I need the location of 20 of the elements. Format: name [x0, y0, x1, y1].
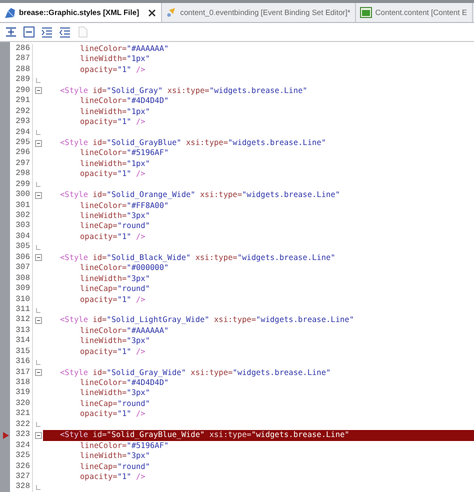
toolbar-button[interactable]	[4, 25, 18, 39]
fold-icon[interactable]	[34, 254, 42, 262]
fold-icon[interactable]	[34, 87, 42, 94]
fold-icon[interactable]	[34, 432, 42, 439]
collapse-icon	[23, 26, 35, 38]
file-icon	[4, 6, 16, 18]
fold-icon[interactable]	[34, 317, 42, 324]
fold-icon[interactable]	[34, 192, 42, 199]
toolbar-button[interactable]	[40, 25, 54, 39]
toolbar-button[interactable]	[58, 25, 72, 39]
binding-icon	[166, 7, 178, 18]
outdent-icon	[59, 26, 71, 38]
content-icon	[360, 7, 372, 18]
toolbar-button[interactable]	[22, 25, 36, 39]
fold-icon[interactable]	[34, 369, 42, 376]
indent-icon	[41, 26, 53, 38]
close-icon[interactable]	[148, 8, 156, 16]
expand-icon	[5, 26, 17, 38]
fold-icon[interactable]	[34, 140, 42, 147]
page-icon	[78, 26, 88, 38]
